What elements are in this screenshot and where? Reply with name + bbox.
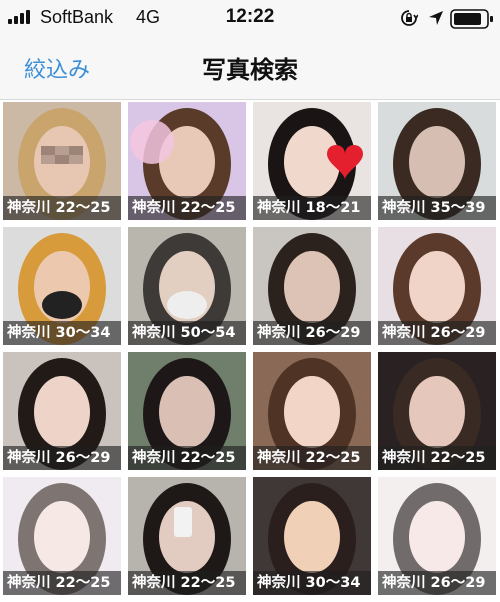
photo-caption: 神奈川 26〜29 xyxy=(378,321,496,345)
profile-photo-tile[interactable]: 神奈川 18〜21 xyxy=(253,102,371,220)
photo-caption: 神奈川 22〜25 xyxy=(253,446,371,470)
profile-photo-tile[interactable]: 神奈川 22〜25 xyxy=(378,352,496,470)
profile-photo-tile[interactable]: 神奈川 50〜54 xyxy=(128,227,246,345)
profile-photo-tile[interactable]: 神奈川 35〜39 xyxy=(378,102,496,220)
profile-photo-tile[interactable]: 神奈川 22〜25 xyxy=(128,477,246,595)
photo-caption: 神奈川 22〜25 xyxy=(3,571,121,595)
profile-photo-tile[interactable]: 神奈川 22〜25 xyxy=(128,102,246,220)
profile-photo-tile[interactable]: 神奈川 30〜34 xyxy=(253,477,371,595)
battery-icon xyxy=(450,9,493,29)
profile-photo-tile[interactable]: 神奈川 26〜29 xyxy=(253,227,371,345)
photo-caption: 神奈川 26〜29 xyxy=(253,321,371,345)
profile-photo-tile[interactable]: 神奈川 22〜25 xyxy=(3,477,121,595)
photo-caption: 神奈川 50〜54 xyxy=(128,321,246,345)
photo-caption: 神奈川 22〜25 xyxy=(128,196,246,220)
profile-photo-tile[interactable]: 神奈川 22〜25 xyxy=(3,102,121,220)
photo-caption: 神奈川 30〜34 xyxy=(3,321,121,345)
profile-photo-tile[interactable]: 神奈川 30〜34 xyxy=(3,227,121,345)
photo-caption: 神奈川 18〜21 xyxy=(253,196,371,220)
photo-caption: 神奈川 35〜39 xyxy=(378,196,496,220)
photo-caption: 神奈川 22〜25 xyxy=(3,196,121,220)
status-time: 12:22 xyxy=(225,6,275,27)
photo-caption: 神奈川 22〜25 xyxy=(128,446,246,470)
profile-photo-tile[interactable]: 神奈川 26〜29 xyxy=(3,352,121,470)
rotation-lock-icon xyxy=(401,10,418,26)
photo-caption: 神奈川 26〜29 xyxy=(3,446,121,470)
photo-caption: 神奈川 30〜34 xyxy=(253,571,371,595)
status-bar: SoftBank 4G 12:22 xyxy=(0,0,500,36)
profile-photo-tile[interactable]: 神奈川 26〜29 xyxy=(378,227,496,345)
photo-caption: 神奈川 26〜29 xyxy=(378,571,496,595)
photo-caption: 神奈川 22〜25 xyxy=(128,571,246,595)
profile-photo-tile[interactable]: 神奈川 22〜25 xyxy=(253,352,371,470)
photo-grid: 神奈川 22〜25 神奈川 22〜25 神奈川 18〜21 神奈川 35〜39 神奈川 … xyxy=(3,102,500,595)
navigation-bar: 絞込み 写真検索 xyxy=(0,36,500,100)
profile-photo-tile[interactable]: 神奈川 22〜25 xyxy=(128,352,246,470)
page-title: 写真検索 xyxy=(202,56,298,84)
profile-photo-tile[interactable]: 神奈川 26〜29 xyxy=(378,477,496,595)
photo-caption: 神奈川 22〜25 xyxy=(378,446,496,470)
location-arrow-icon xyxy=(429,11,443,25)
